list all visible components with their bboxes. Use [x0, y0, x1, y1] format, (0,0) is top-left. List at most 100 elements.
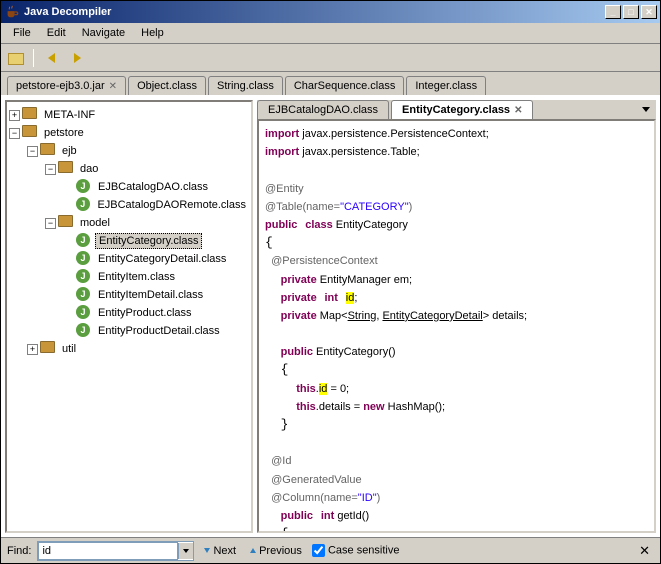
collapse-icon[interactable]: −: [9, 128, 20, 139]
expand-icon[interactable]: +: [9, 110, 20, 121]
tree-item-class[interactable]: JEJBCatalogDAORemote.class: [9, 196, 249, 214]
class-icon: J: [76, 233, 92, 249]
tree-item-ejb[interactable]: − ejb: [9, 142, 249, 160]
tree-item-util[interactable]: + util: [9, 340, 249, 358]
tree-item-metainf[interactable]: + META-INF: [9, 106, 249, 124]
tree-item-class[interactable]: JEntityProduct.class: [9, 304, 249, 322]
package-icon: [40, 143, 56, 159]
close-icon[interactable]: ✕: [514, 105, 522, 116]
find-previous-button[interactable]: Previous: [246, 543, 306, 559]
titlebar: Java Decompiler _ □ ✕: [1, 1, 660, 23]
collapse-icon[interactable]: −: [45, 218, 56, 229]
tab-label: Integer.class: [415, 80, 477, 92]
tree-label: EntityProductDetail.class: [95, 324, 223, 338]
tree-label: EntityCategory.class: [95, 233, 202, 249]
source-code[interactable]: import javax.persistence.PersistenceCont…: [257, 119, 656, 533]
class-icon: J: [76, 323, 92, 339]
nav-forward-button[interactable]: [66, 47, 88, 69]
case-sensitive-toggle[interactable]: Case sensitive: [312, 544, 400, 557]
tree-panel[interactable]: +META-INF −petstore −ejb −dao JEJBCatalo…: [5, 100, 253, 533]
chevron-down-icon: [642, 107, 650, 112]
menu-edit[interactable]: Edit: [39, 25, 74, 41]
main-tabs: petstore-ejb3.0.jar ✕ Object.class Strin…: [1, 72, 660, 95]
chevron-down-icon: [183, 549, 189, 553]
package-icon: [22, 125, 38, 141]
tree-item-class[interactable]: JEntityItemDetail.class: [9, 286, 249, 304]
class-icon: J: [76, 269, 92, 285]
tab-label: String.class: [217, 80, 274, 92]
menu-navigate[interactable]: Navigate: [74, 25, 133, 41]
tree-label: EntityCategoryDetail.class: [95, 252, 229, 266]
findbar-close-button[interactable]: ✕: [635, 543, 654, 559]
class-icon: J: [76, 179, 92, 195]
tree-item-model[interactable]: −model: [9, 214, 249, 232]
minimize-button[interactable]: _: [605, 5, 621, 19]
class-icon: J: [76, 251, 92, 267]
find-next-label: Next: [213, 545, 236, 557]
expand-icon[interactable]: +: [27, 344, 38, 355]
app-icon: [4, 4, 20, 20]
main-tab-string[interactable]: String.class: [208, 76, 283, 95]
menu-file[interactable]: File: [5, 25, 39, 41]
tree-item-dao[interactable]: − dao: [9, 160, 249, 178]
tree-label: ejb: [59, 144, 80, 158]
main-tab-petstore[interactable]: petstore-ejb3.0.jar ✕: [7, 76, 126, 95]
open-file-button[interactable]: [5, 47, 27, 69]
case-sensitive-checkbox[interactable]: [312, 544, 325, 557]
case-sensitive-label: Case sensitive: [328, 544, 400, 556]
tree-item-class[interactable]: JEntityCategoryDetail.class: [9, 250, 249, 268]
arrow-up-icon: [250, 548, 256, 553]
find-label: Find:: [7, 545, 31, 557]
find-input[interactable]: [38, 542, 178, 560]
code-panel: EJBCatalogDAO.class EntityCategory.class…: [257, 100, 656, 533]
main-tab-integer[interactable]: Integer.class: [406, 76, 486, 95]
find-history-dropdown[interactable]: [178, 543, 193, 559]
class-icon: J: [76, 287, 92, 303]
tree-item-class[interactable]: JEntityProductDetail.class: [9, 322, 249, 340]
find-next-button[interactable]: Next: [200, 543, 240, 559]
class-icon: J: [76, 305, 92, 321]
arrow-down-icon: [204, 548, 210, 553]
menu-help[interactable]: Help: [133, 25, 172, 41]
maximize-button[interactable]: □: [623, 5, 639, 19]
tree-item-petstore[interactable]: − petstore: [9, 124, 249, 142]
main-tab-charsequence[interactable]: CharSequence.class: [285, 76, 405, 95]
tree-label: util: [59, 342, 79, 356]
package-icon: [58, 161, 74, 177]
package-icon: [58, 215, 74, 231]
collapse-icon[interactable]: −: [45, 164, 56, 175]
tree-item-entitycategory[interactable]: JEntityCategory.class: [9, 232, 249, 250]
tree-label: META-INF: [41, 108, 98, 122]
main-tab-object[interactable]: Object.class: [128, 76, 206, 95]
menubar: File Edit Navigate Help: [1, 23, 660, 44]
window-title: Java Decompiler: [24, 6, 603, 18]
tab-label: EJBCatalogDAO.class: [268, 104, 378, 116]
tab-label: Object.class: [137, 80, 197, 92]
main-content: +META-INF −petstore −ejb −dao JEJBCatalo…: [1, 95, 660, 537]
tree-label: EntityItemDetail.class: [95, 288, 206, 302]
tree-item-class[interactable]: JEJBCatalogDAO.class: [9, 178, 249, 196]
close-button[interactable]: ✕: [641, 5, 657, 19]
tree-label: petstore: [41, 126, 87, 140]
package-icon: [40, 341, 56, 357]
toolbar-separator: [33, 49, 34, 67]
arrow-left-icon: [48, 53, 55, 63]
tab-label: petstore-ejb3.0.jar: [16, 80, 105, 92]
tree-label: dao: [77, 162, 101, 176]
code-tab-ejbcatalogdao[interactable]: EJBCatalogDAO.class: [257, 100, 389, 119]
tree-item-class[interactable]: JEntityItem.class: [9, 268, 249, 286]
tabs-dropdown-button[interactable]: [638, 101, 654, 117]
tab-label: CharSequence.class: [294, 80, 396, 92]
toolbar: [1, 44, 660, 72]
tab-label: EntityCategory.class: [402, 104, 510, 116]
tree-label: EJBCatalogDAO.class: [95, 180, 211, 194]
nav-back-button[interactable]: [40, 47, 62, 69]
code-tab-entitycategory[interactable]: EntityCategory.class ✕: [391, 100, 533, 119]
tree-label: EntityProduct.class: [95, 306, 195, 320]
find-input-wrap: [37, 541, 194, 561]
findbar: Find: Next Previous Case sensitive ✕: [1, 537, 660, 563]
close-icon[interactable]: ✕: [109, 81, 117, 92]
package-icon: [22, 107, 38, 123]
collapse-icon[interactable]: −: [27, 146, 38, 157]
class-icon: J: [76, 197, 92, 213]
